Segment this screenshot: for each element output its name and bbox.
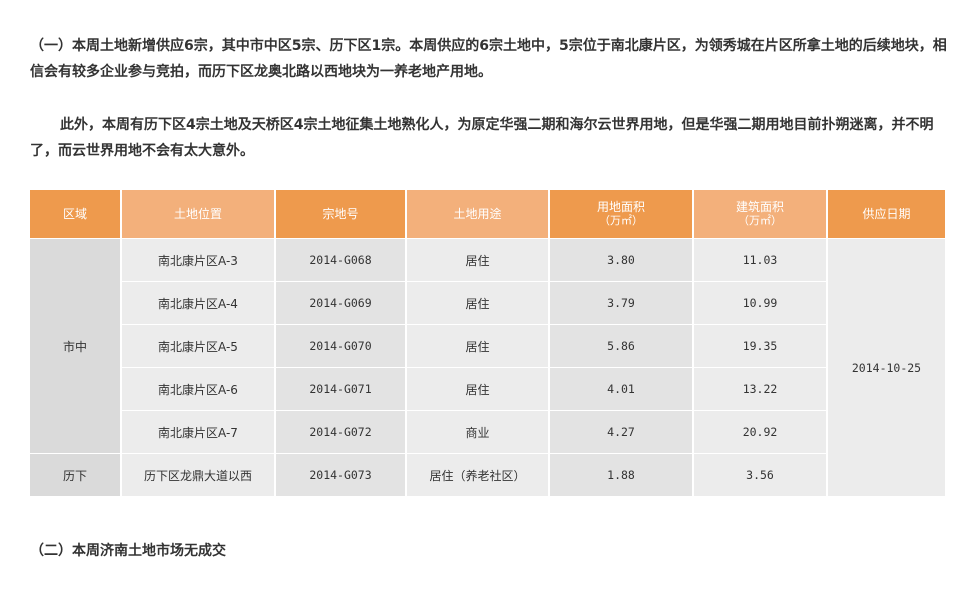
land-area-cell: 3.80 bbox=[549, 238, 694, 282]
lot-no-cell: 2014-G068 bbox=[275, 238, 407, 282]
use-cell: 商业 bbox=[406, 410, 550, 454]
land-supply-table: 区域 土地位置 宗地号 土地用途 用地面积 （万㎡） 建筑面积 （万㎡） 供应日… bbox=[30, 190, 947, 497]
location-cell: 南北康片区A-7 bbox=[121, 410, 276, 454]
region-cell-shizhong: 市中 bbox=[30, 238, 122, 454]
table-row: 历下 历下区龙鼎大道以西 2014-G073 居住（养老社区） 1.88 3.5… bbox=[30, 453, 946, 497]
header-use: 土地用途 bbox=[406, 190, 550, 239]
lot-no-cell: 2014-G069 bbox=[275, 281, 407, 325]
use-cell: 居住（养老社区） bbox=[406, 453, 550, 497]
region-cell-lixia: 历下 bbox=[30, 453, 122, 497]
header-location: 土地位置 bbox=[121, 190, 276, 239]
supply-date-cell: 2014-10-25 bbox=[827, 238, 947, 497]
land-area-cell: 4.27 bbox=[549, 410, 694, 454]
table-row: 南北康片区A-7 2014-G072 商业 4.27 20.92 bbox=[30, 410, 946, 454]
land-area-cell: 4.01 bbox=[549, 367, 694, 411]
land-area-cell: 3.79 bbox=[549, 281, 694, 325]
table-row: 市中 南北康片区A-3 2014-G068 居住 3.80 11.03 2014… bbox=[30, 238, 947, 497]
use-cell: 居住 bbox=[406, 281, 550, 325]
table-row: 南北康片区A-6 2014-G071 居住 4.01 13.22 bbox=[30, 367, 946, 411]
location-cell: 历下区龙鼎大道以西 bbox=[121, 453, 276, 497]
header-lot-no: 宗地号 bbox=[275, 190, 407, 239]
location-cell: 南北康片区A-5 bbox=[121, 324, 276, 368]
build-area-cell: 13.22 bbox=[693, 367, 828, 411]
header-land-area: 用地面积 （万㎡） bbox=[549, 190, 694, 239]
note-paragraph: 此外，本周有历下区4宗土地及天桥区4宗土地征集土地熟化人，为原定华强二期和海尔云… bbox=[30, 117, 934, 159]
build-area-cell: 19.35 bbox=[693, 324, 828, 368]
lot-no-cell: 2014-G072 bbox=[275, 410, 407, 454]
header-build-area: 建筑面积 （万㎡） bbox=[693, 190, 828, 239]
build-area-cell: 20.92 bbox=[693, 410, 828, 454]
table-row: 南北康片区A-4 2014-G069 居住 3.79 10.99 bbox=[30, 281, 946, 325]
header-date: 供应日期 bbox=[827, 190, 947, 239]
location-cell: 南北康片区A-3 bbox=[121, 238, 276, 282]
lot-no-cell: 2014-G070 bbox=[275, 324, 407, 368]
lot-no-cell: 2014-G073 bbox=[275, 453, 407, 497]
section-heading: （二）本周济南土地市场无成交 bbox=[30, 543, 226, 559]
header-land-area-label: 用地面积 bbox=[596, 200, 645, 214]
use-cell: 居住 bbox=[406, 238, 550, 282]
header-build-area-unit: （万㎡） bbox=[738, 214, 782, 227]
header-land-area-unit: （万㎡） bbox=[599, 214, 643, 227]
land-area-cell: 1.88 bbox=[549, 453, 694, 497]
build-area-cell: 10.99 bbox=[693, 281, 828, 325]
header-region: 区域 bbox=[30, 190, 122, 239]
use-cell: 居住 bbox=[406, 367, 550, 411]
lot-no-cell: 2014-G071 bbox=[275, 367, 407, 411]
intro-paragraph: （一）本周土地新增供应6宗，其中市中区5宗、历下区1宗。本周供应的6宗土地中，5… bbox=[30, 38, 947, 80]
location-cell: 南北康片区A-6 bbox=[121, 367, 276, 411]
table-header-row: 区域 土地位置 宗地号 土地用途 用地面积 （万㎡） 建筑面积 （万㎡） 供应日… bbox=[30, 190, 947, 239]
location-cell: 南北康片区A-4 bbox=[121, 281, 276, 325]
table-row: 南北康片区A-5 2014-G070 居住 5.86 19.35 bbox=[30, 324, 946, 368]
use-cell: 居住 bbox=[406, 324, 550, 368]
build-area-cell: 3.56 bbox=[693, 453, 828, 497]
header-build-area-label: 建筑面积 bbox=[735, 200, 784, 214]
build-area-cell: 11.03 bbox=[693, 238, 828, 282]
land-area-cell: 5.86 bbox=[549, 324, 694, 368]
